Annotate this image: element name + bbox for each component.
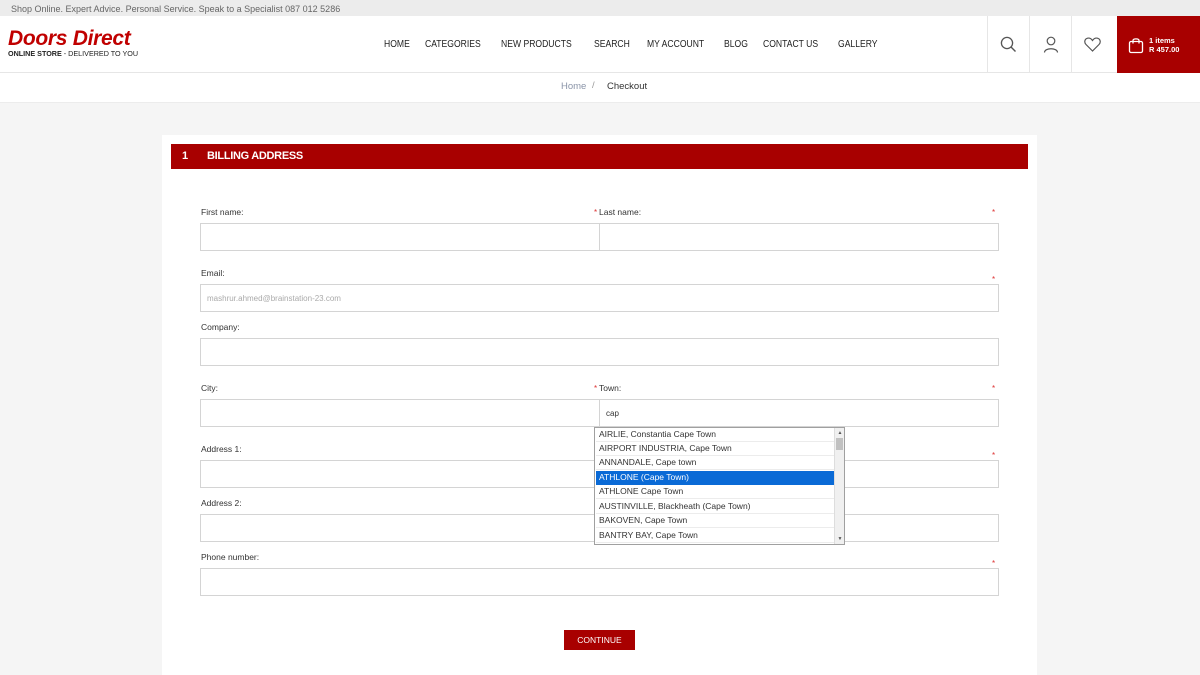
- scroll-up-arrow-icon[interactable]: ▲: [836, 429, 844, 437]
- breadcrumb-separator: /: [592, 80, 595, 91]
- autocomplete-item[interactable]: AUSTINVILLE, Blackheath (Cape Town): [596, 500, 834, 514]
- cart-button[interactable]: 1 items R 457.00: [1117, 16, 1200, 73]
- phone-required-mark: *: [992, 559, 996, 568]
- city-label: City:: [201, 383, 218, 393]
- town-label: Town:: [599, 383, 622, 393]
- email-input[interactable]: [200, 284, 999, 312]
- email-label: Email:: [201, 268, 225, 278]
- last-name-input[interactable]: [599, 223, 999, 251]
- logo-title: Doors Direct: [8, 27, 131, 50]
- autocomplete-item[interactable]: BANTRY BAY, Cape Town: [596, 529, 834, 543]
- address2-label: Address 2:: [201, 498, 242, 508]
- phone-label: Phone number:: [201, 552, 260, 562]
- nav-my-account[interactable]: MY ACCOUNT: [647, 39, 704, 50]
- scroll-down-arrow-icon[interactable]: ▼: [836, 535, 844, 543]
- first-name-input[interactable]: [200, 223, 600, 251]
- city-required-mark: *: [594, 384, 598, 393]
- company-label: Company:: [201, 322, 240, 332]
- breadcrumb: Home / Checkout: [0, 73, 1200, 103]
- autocomplete-item-selected[interactable]: ATHLONE (Cape Town): [596, 471, 834, 485]
- city-input[interactable]: [200, 399, 600, 427]
- announcement-bar: Shop Online. Expert Advice. Personal Ser…: [0, 0, 1200, 16]
- first-name-label: First name:: [201, 207, 244, 217]
- email-required-mark: *: [992, 275, 996, 284]
- town-required-mark: *: [992, 384, 996, 393]
- main-nav: HOME CATEGORIES NEW PRODUCTS SEARCH MY A…: [384, 39, 884, 50]
- address1-label: Address 1:: [201, 444, 242, 454]
- autocomplete-item[interactable]: ANNANDALE, Cape town: [596, 456, 834, 470]
- cart-item-count: 1 items: [1149, 35, 1175, 45]
- cart-summary: 1 items R 457.00: [1149, 36, 1179, 54]
- continue-button[interactable]: CONTINUE: [564, 630, 635, 650]
- autocomplete-item[interactable]: AIRPORT INDUSTRIA, Cape Town: [596, 442, 834, 456]
- site-header: Doors Direct ONLINE STORE - DELIVERED TO…: [0, 16, 1200, 73]
- user-icon: [1043, 36, 1058, 53]
- nav-categories[interactable]: CATEGORIES: [425, 39, 481, 50]
- last-name-required-mark: *: [992, 208, 996, 217]
- nav-new-products[interactable]: NEW PRODUCTS: [501, 39, 572, 50]
- breadcrumb-home[interactable]: Home: [561, 81, 586, 92]
- heart-icon: [1084, 37, 1101, 52]
- section-number: 1: [182, 150, 189, 162]
- wishlist-button[interactable]: [1071, 16, 1113, 73]
- dropdown-scrollbar[interactable]: ▲ ▼: [834, 428, 844, 544]
- address1-required-mark: *: [992, 451, 996, 460]
- search-button[interactable]: [987, 16, 1029, 73]
- town-input[interactable]: [599, 399, 999, 427]
- nav-search[interactable]: SEARCH: [594, 39, 630, 50]
- nav-blog[interactable]: BLOG: [724, 39, 748, 50]
- scrollbar-thumb[interactable]: [836, 438, 843, 450]
- billing-address-header[interactable]: 1 BILLING ADDRESS: [171, 144, 1028, 169]
- search-icon: [1000, 36, 1016, 52]
- logo[interactable]: Doors Direct ONLINE STORE - DELIVERED TO…: [8, 27, 139, 59]
- company-input[interactable]: [200, 338, 999, 366]
- town-autocomplete-list[interactable]: AIRLIE, Constantia Cape Town AIRPORT IND…: [594, 427, 845, 545]
- autocomplete-item[interactable]: AIRLIE, Constantia Cape Town: [596, 428, 834, 442]
- nav-gallery[interactable]: GALLERY: [838, 39, 878, 50]
- autocomplete-item[interactable]: ATHLONE Cape Town: [596, 485, 834, 499]
- nav-contact-us[interactable]: CONTACT US: [763, 39, 818, 50]
- account-button[interactable]: [1029, 16, 1071, 73]
- breadcrumb-current: Checkout: [607, 81, 648, 92]
- section-title: BILLING ADDRESS: [207, 150, 303, 162]
- logo-tagline: ONLINE STORE - DELIVERED TO YOU: [8, 49, 139, 58]
- first-name-required-mark: *: [594, 208, 598, 217]
- nav-home[interactable]: HOME: [384, 39, 410, 50]
- cart-total: R 457.00: [1149, 44, 1180, 54]
- autocomplete-item[interactable]: BAKOVEN, Cape Town: [596, 514, 834, 528]
- shopping-bag-icon: [1128, 37, 1144, 53]
- last-name-label: Last name:: [599, 207, 642, 217]
- phone-input[interactable]: [200, 568, 999, 596]
